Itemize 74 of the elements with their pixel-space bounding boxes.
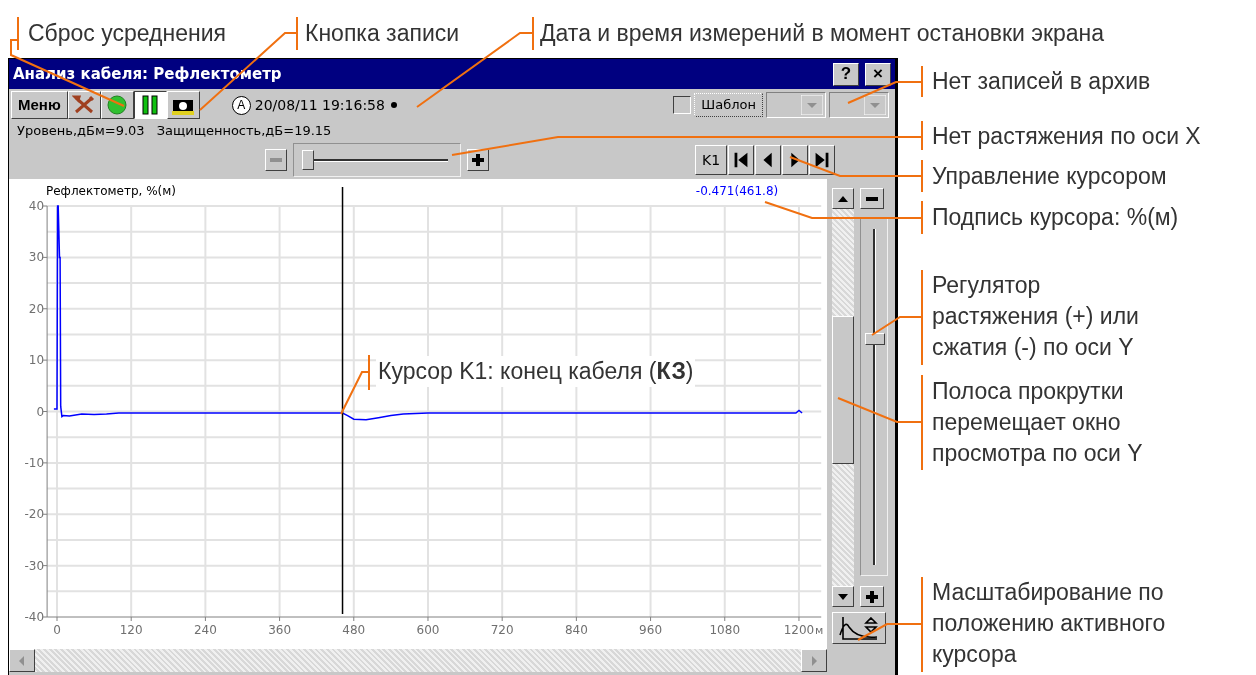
callout-text: Дата и время измерений в момент остановки экрана [540, 19, 1105, 48]
cursor-select-button[interactable]: K1 [695, 145, 727, 175]
callout-text: Масштабирование по положению активного курсора [932, 578, 1167, 669]
trace-zoom-icon [837, 615, 881, 641]
callout-text: Нет растяжения по оси X [932, 122, 1201, 151]
circle-icon [105, 94, 130, 116]
plus-icon [865, 589, 879, 604]
scroll-right-button[interactable] [801, 649, 827, 672]
x-tick-label: 720 [490, 623, 514, 637]
chart-title: Рефлектометр, %(м) [46, 184, 176, 198]
callout-text: Курсор K1: конец кабеля (КЗ) [376, 356, 696, 387]
x-tick-label: 120 [119, 623, 143, 637]
tools-icon [72, 94, 97, 116]
cursor-nav-button[interactable] [728, 145, 754, 175]
x-tick-label: 960 [639, 623, 662, 637]
reset-button[interactable] [67, 91, 101, 119]
callout-text: Кнопка записи [305, 19, 460, 48]
cursor-label: -0.471(461.8) [695, 184, 779, 198]
y-tick-label: 20 [28, 301, 45, 316]
camera-button[interactable] [166, 91, 200, 119]
callout-text: Сброс усреднения [28, 19, 226, 48]
plus-icon [471, 153, 485, 167]
zoom-out-button[interactable] [860, 188, 884, 209]
scrollbar-thumb[interactable] [832, 316, 854, 464]
scroll-down-button[interactable] [832, 586, 854, 607]
cursor-zoom-button[interactable] [832, 612, 886, 644]
x-tick-label: 840 [564, 623, 588, 637]
callout-text: Регулятор растяжения (+) или сжатия (-) по оси Y [932, 271, 1140, 362]
callout-text: Полоса прокрутки перемещает окно просмотра по оси Y [932, 377, 1144, 468]
pause-button[interactable] [133, 91, 167, 119]
cursor-nav-button[interactable] [755, 145, 781, 175]
cursor-nav-button[interactable] [809, 145, 835, 175]
horizontal-scrollbar[interactable] [9, 649, 827, 672]
slider-thumb[interactable] [302, 150, 314, 170]
x-tick-label: 360 [268, 623, 292, 637]
slider-thumb[interactable] [865, 332, 885, 345]
template-checkbox[interactable] [673, 96, 692, 114]
x-tick-label: 1200 [783, 623, 815, 637]
template-button[interactable]: Шаблон [694, 93, 763, 117]
callout-text: Управление курсором [932, 162, 1167, 191]
cursor-nav-button[interactable] [782, 145, 808, 175]
y-tick-label: -20 [24, 507, 45, 522]
dropdown-arrow-icon [864, 95, 886, 115]
zoom-in-button[interactable] [467, 149, 489, 171]
scroll-left-button[interactable] [9, 649, 35, 672]
x-tick-label: 600 [416, 623, 440, 637]
x-tick-label: 0 [53, 623, 61, 637]
callout-text: Нет записей в архив [932, 67, 1151, 96]
scroll-up-button[interactable] [832, 188, 854, 209]
x-tick-label: 480 [342, 623, 366, 637]
timestamp: 20/08/11 19:16:58 [254, 95, 385, 115]
help-button[interactable]: ? [833, 62, 859, 86]
zoom-in-button[interactable] [860, 586, 884, 607]
menu-button[interactable]: Меню [11, 91, 68, 119]
y-tick-label: -30 [24, 558, 45, 573]
leader-line [340, 354, 370, 415]
close-button[interactable]: × [865, 62, 891, 86]
y-tick-label: -40 [24, 610, 45, 624]
cursor-line[interactable] [341, 186, 344, 615]
reading-text: Защищенность,дБ=19.15 [156, 122, 332, 141]
y-tick-label: -10 [24, 455, 45, 470]
y-tick-label: 0 [36, 404, 45, 419]
reading-text: Уровень,дБм=9.03 [17, 122, 145, 141]
x-tick-label: 1080 [709, 623, 741, 637]
x-zoom-slider[interactable] [293, 143, 461, 177]
x-axis-unit: м [814, 624, 824, 637]
y-tick-label: 10 [28, 353, 45, 368]
x-tick-label: 240 [193, 623, 217, 637]
callout-text: Подпись курсора: %(м) [932, 203, 1179, 232]
dropdown-arrow-icon [801, 95, 823, 115]
y-tick-label: 40 [28, 199, 45, 213]
y-tick-label: 30 [28, 250, 45, 265]
y-zoom-slider[interactable] [860, 218, 888, 576]
mode-badge: A [231, 95, 251, 115]
